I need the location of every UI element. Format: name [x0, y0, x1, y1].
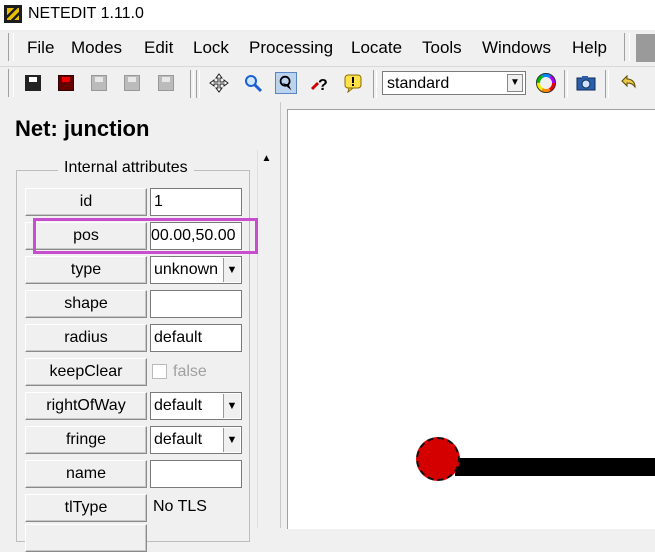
menu-lock[interactable]: Lock: [193, 38, 229, 58]
window-title: NETEDIT 1.11.0: [28, 5, 144, 22]
svg-text:?: ?: [318, 77, 328, 93]
attr-label-type[interactable]: type: [25, 256, 147, 284]
recenter-view-icon: [209, 73, 229, 93]
menu-modes[interactable]: Modes: [71, 38, 122, 58]
scroll-up-icon[interactable]: ▲: [258, 150, 275, 167]
panel-title: Net: junction: [15, 116, 150, 141]
attr-input-name[interactable]: [150, 460, 242, 488]
panel-scrollbar[interactable]: ▲: [257, 150, 275, 528]
screenshot-button[interactable]: [575, 72, 597, 94]
undo-icon: [621, 74, 636, 89]
chevron-down-icon[interactable]: ▼: [507, 74, 523, 92]
save-disabled-icon: [158, 75, 174, 91]
menu-edit[interactable]: Edit: [144, 38, 173, 58]
undo-button[interactable]: [617, 72, 639, 94]
toolbar-separator: [564, 70, 568, 98]
toolbar-separator: [373, 70, 377, 98]
attr-select-rightofway-value: default: [154, 397, 203, 414]
locate-icon: [279, 75, 292, 91]
save-network-icon: [25, 75, 41, 91]
attr-input-radius[interactable]: default: [150, 324, 242, 352]
attr-input-id[interactable]: 1: [150, 188, 242, 216]
zoom-icon: [245, 75, 263, 93]
attr-select-type-value: unknown: [154, 261, 219, 278]
menu-file[interactable]: File: [27, 38, 54, 58]
menu-locate[interactable]: Locate: [351, 38, 402, 58]
save-tls-button[interactable]: [155, 72, 177, 94]
menu-tools[interactable]: Tools: [422, 38, 462, 58]
warning-icon: [344, 74, 362, 93]
menu-bar: File Modes Edit Lock Processing Locate T…: [0, 30, 655, 67]
viewscheme-value: standard: [387, 75, 450, 92]
keepclear-checkbox-label: false: [173, 363, 207, 380]
menu-windows[interactable]: Windows: [482, 38, 551, 58]
warning-button[interactable]: [342, 72, 364, 94]
attr-input-shape[interactable]: [150, 290, 242, 318]
save-disabled-icon: [124, 75, 140, 91]
attr-select-rightofway[interactable]: default ▼: [150, 392, 242, 420]
help-icon: ?: [310, 77, 328, 93]
zoom-button[interactable]: [242, 72, 264, 94]
toolbar-separator: [196, 70, 200, 98]
save-disabled-icon: [91, 75, 107, 91]
attr-label-name[interactable]: name: [25, 460, 147, 488]
save-data-button[interactable]: [121, 72, 143, 94]
save-additionals-icon: [58, 75, 74, 91]
netedit-logo-icon: [4, 5, 22, 23]
menubar-overflow: [636, 34, 655, 62]
attr-label-next[interactable]: [25, 524, 147, 552]
attr-label-id[interactable]: id: [25, 188, 147, 216]
attr-label-shape[interactable]: shape: [25, 290, 147, 318]
toolbar-separator: [605, 70, 609, 98]
attr-value-tltype: No TLS: [153, 498, 207, 515]
toolbar: ? standard ▼: [0, 67, 655, 101]
locate-button[interactable]: [275, 72, 297, 94]
group-title: Internal attributes: [58, 159, 194, 177]
screenshot-icon: [576, 76, 596, 91]
attr-select-fringe-value: default: [154, 431, 203, 448]
menubar-grip[interactable]: [8, 33, 14, 61]
attr-select-fringe[interactable]: default ▼: [150, 426, 242, 454]
menubar-grip-right[interactable]: [624, 33, 630, 61]
attr-label-rightofway[interactable]: rightOfWay: [25, 392, 147, 420]
attr-label-keepclear[interactable]: keepClear: [25, 358, 147, 386]
chevron-down-icon[interactable]: ▼: [223, 258, 240, 282]
network-junction[interactable]: [416, 437, 460, 481]
save-additionals-button[interactable]: [55, 72, 77, 94]
chevron-down-icon[interactable]: ▼: [223, 428, 240, 452]
menu-processing[interactable]: Processing: [249, 38, 333, 58]
save-network-button[interactable]: [22, 72, 44, 94]
attr-label-tltype[interactable]: tlType: [25, 494, 147, 522]
network-edge[interactable]: [455, 458, 655, 476]
toolbar-grip[interactable]: [8, 69, 14, 97]
keepclear-checkbox[interactable]: [152, 364, 167, 379]
recenter-view-button[interactable]: [208, 72, 230, 94]
attr-label-radius[interactable]: radius: [25, 324, 147, 352]
color-settings-button[interactable]: [535, 72, 557, 94]
attr-label-fringe[interactable]: fringe: [25, 426, 147, 454]
viewscheme-select[interactable]: standard ▼: [382, 71, 526, 95]
chevron-down-icon[interactable]: ▼: [223, 394, 240, 418]
save-demand-button[interactable]: [88, 72, 110, 94]
toolbar-separator: [190, 70, 194, 98]
color-wheel-icon: [536, 73, 556, 93]
pos-highlight-box: [33, 218, 258, 254]
help-button[interactable]: ?: [309, 72, 331, 94]
title-bar: NETEDIT 1.11.0: [0, 0, 655, 30]
attr-select-type[interactable]: unknown ▼: [150, 256, 242, 284]
menu-help[interactable]: Help: [572, 38, 607, 58]
